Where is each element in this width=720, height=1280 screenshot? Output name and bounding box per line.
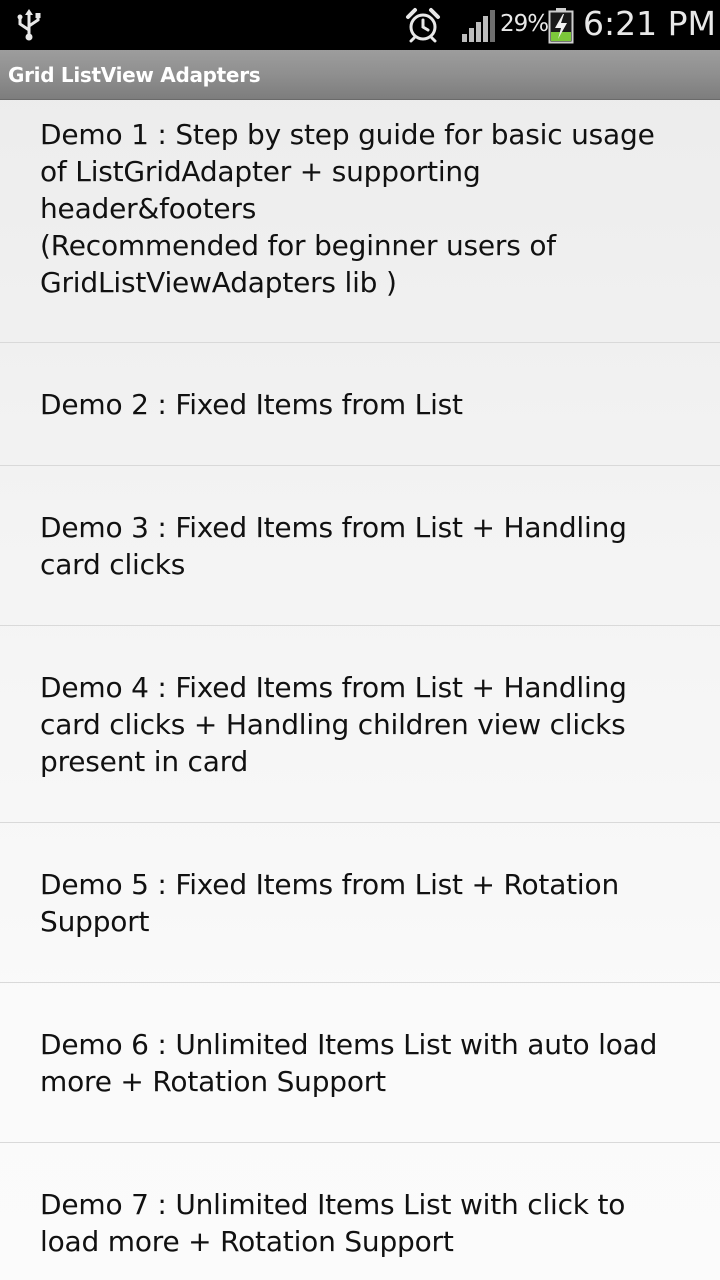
list-item-demo-6[interactable]: Demo 6 : Unlimited Items List with auto …: [0, 983, 720, 1143]
demo-4-label: Demo 4 : Fixed Items from List + Handlin…: [40, 671, 636, 778]
demo-3-label: Demo 3 : Fixed Items from List + Handlin…: [40, 511, 636, 581]
usb-icon: [17, 9, 41, 41]
list-item-demo-5[interactable]: Demo 5 : Fixed Items from List + Rotatio…: [0, 823, 720, 983]
title-bar: Grid ListView Adapters: [0, 50, 720, 100]
list-item-demo-7[interactable]: Demo 7 : Unlimited Items List with click…: [0, 1143, 720, 1280]
demo-6-label: Demo 6 : Unlimited Items List with auto …: [40, 1028, 666, 1098]
demo-1-label: Demo 1 : Step by step guide for basic us…: [40, 118, 655, 299]
status-bar: 29% 6:21 PM: [0, 0, 720, 50]
battery-percent: 29%: [500, 11, 549, 37]
list-item-demo-3[interactable]: Demo 3 : Fixed Items from List + Handlin…: [0, 466, 720, 626]
list-item-demo-2[interactable]: Demo 2 : Fixed Items from List: [0, 343, 720, 466]
signal-icon: [462, 10, 495, 42]
battery-charging-icon: [548, 8, 574, 44]
list-item-demo-4[interactable]: Demo 4 : Fixed Items from List + Handlin…: [0, 626, 720, 823]
app-title: Grid ListView Adapters: [8, 63, 261, 87]
alarm-icon: [406, 8, 440, 43]
demo-7-label: Demo 7 : Unlimited Items List with click…: [40, 1188, 634, 1258]
list-item-demo-1[interactable]: Demo 1 : Step by step guide for basic us…: [0, 100, 720, 343]
demo-5-label: Demo 5 : Fixed Items from List + Rotatio…: [40, 868, 628, 938]
demo-2-label: Demo 2 : Fixed Items from List: [40, 388, 463, 421]
clock: 6:21 PM: [583, 4, 716, 43]
